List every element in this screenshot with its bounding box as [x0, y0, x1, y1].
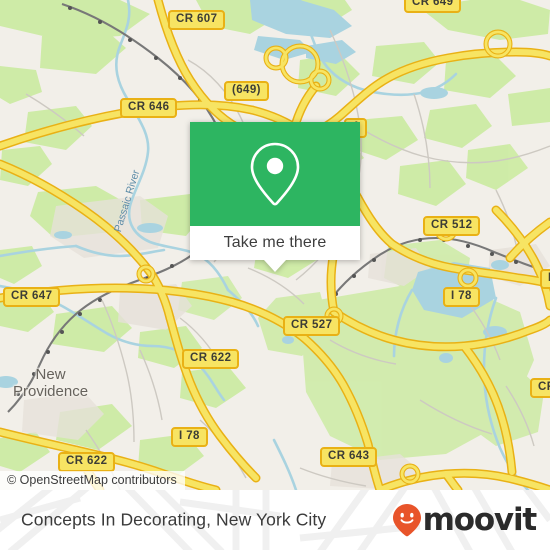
road-shield-cr647: CR 647: [3, 287, 61, 307]
bottom-info-bar: Concepts In Decorating, New York City mo…: [0, 490, 550, 550]
popup-footer[interactable]: Take me there: [190, 226, 360, 260]
map-canvas[interactable]: CR 607 CR 649 (649) CR 646 CR 512 CR 647…: [0, 0, 550, 490]
popup-header: [190, 122, 360, 226]
popup-tail-pointer: [264, 260, 286, 272]
moovit-wordmark: moovit: [422, 501, 538, 538]
road-shield-649: (649): [224, 81, 269, 101]
osm-attribution[interactable]: © OpenStreetMap contributors: [0, 471, 185, 490]
road-shield-cr622-lower: CR 622: [58, 452, 116, 472]
road-shield-cr-edge: CR: [530, 378, 550, 398]
take-me-there-label: Take me there: [223, 234, 327, 251]
moovit-logo[interactable]: moovit: [392, 501, 538, 538]
road-shield-cr622-upper: CR 622: [182, 349, 240, 369]
road-shield-cr527: CR 527: [283, 316, 341, 336]
road-shield-cr646: CR 646: [120, 98, 178, 118]
road-shield-cr512: CR 512: [423, 216, 481, 236]
map-pin-icon: [250, 142, 300, 206]
road-shield-cr649: CR 649: [404, 0, 462, 13]
road-shield-i78-north: I 78: [443, 287, 480, 307]
place-label-new-providence: New Providence: [13, 366, 88, 400]
moovit-pin-smiley-icon: [392, 504, 421, 537]
place-label-line2: Providence: [13, 383, 89, 400]
location-popup-card[interactable]: Take me there: [190, 122, 360, 272]
road-shield-cr643: CR 643: [320, 447, 378, 467]
place-label-line1: New: [35, 366, 66, 383]
road-shield-i-edge: I: [540, 269, 550, 289]
road-shield-i78-south: I 78: [171, 427, 208, 447]
page-title: Concepts In Decorating, New York City: [21, 509, 327, 530]
road-shield-cr607: CR 607: [168, 10, 226, 30]
